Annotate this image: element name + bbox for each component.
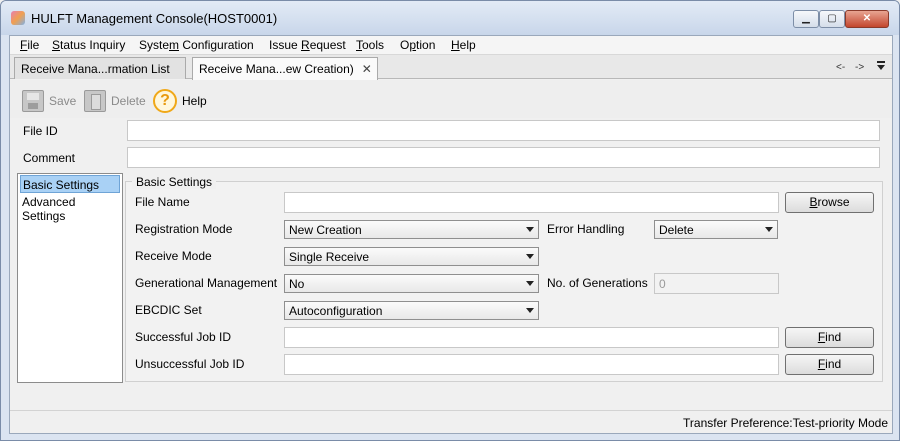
delete-label: Delete xyxy=(111,94,146,108)
help-button[interactable]: ? Help xyxy=(153,89,207,113)
ebcdic-set-select[interactable]: Autoconfiguration xyxy=(284,301,539,320)
chevron-down-icon xyxy=(526,227,534,232)
generational-management-select[interactable]: No xyxy=(284,274,539,293)
receive-mode-label: Receive Mode xyxy=(135,249,212,263)
unsuccessful-job-id-label: Unsuccessful Job ID xyxy=(135,357,245,371)
close-tab-icon[interactable]: ✕ xyxy=(362,62,372,76)
receive-mode-value: Single Receive xyxy=(289,250,370,264)
title-bar[interactable]: HULFT Management Console(HOST0001) ▁ ▢ ✕ xyxy=(1,1,899,35)
tab-receive-new-creation[interactable]: Receive Mana...ew Creation) ✕ xyxy=(192,57,378,80)
browse-button[interactable]: Browse xyxy=(785,192,874,213)
save-button[interactable]: Save xyxy=(22,89,76,113)
app-logo-icon xyxy=(11,11,25,25)
tab-bar: Receive Mana...rmation List Receive Mana… xyxy=(10,55,892,80)
tab-receive-information-list[interactable]: Receive Mana...rmation List xyxy=(14,57,186,79)
file-id-label: File ID xyxy=(23,124,58,138)
registration-mode-select[interactable]: New Creation xyxy=(284,220,539,239)
error-handling-value: Delete xyxy=(659,223,694,237)
receive-mode-select[interactable]: Single Receive xyxy=(284,247,539,266)
sidebar-item-basic-settings[interactable]: Basic Settings xyxy=(20,175,120,193)
generations-label: No. of Generations xyxy=(547,276,648,290)
close-window-button[interactable]: ✕ xyxy=(845,10,889,28)
minimize-button[interactable]: ▁ xyxy=(793,10,819,28)
menu-tools[interactable]: Tools xyxy=(356,38,384,52)
help-icon: ? xyxy=(153,89,177,113)
menu-help[interactable]: Help xyxy=(451,38,476,52)
chevron-down-icon xyxy=(526,281,534,286)
registration-mode-label: Registration Mode xyxy=(135,222,233,236)
menu-system-configuration[interactable]: System Configuration xyxy=(139,38,254,52)
menu-option[interactable]: Option xyxy=(400,38,435,52)
menu-issue-request[interactable]: Issue Request xyxy=(269,38,346,52)
find-unsuccessful-job-button[interactable]: Find xyxy=(785,354,874,375)
unsuccessful-job-id-input[interactable] xyxy=(284,354,779,375)
maximize-button[interactable]: ▢ xyxy=(819,10,845,28)
chevron-down-icon xyxy=(526,308,534,313)
tab-list-menu-icon[interactable] xyxy=(876,61,886,71)
tab-label: Receive Mana...ew Creation) xyxy=(199,62,354,76)
menu-status-inquiry[interactable]: Status Inquiry xyxy=(52,38,125,52)
chevron-down-icon xyxy=(526,254,534,259)
toolbar: Save Delete ? Help xyxy=(10,80,892,118)
tab-back-button[interactable]: <- xyxy=(836,62,845,73)
status-bar: Transfer Preference:Test-priority Mode xyxy=(10,410,892,433)
sidebar-item-advanced-settings[interactable]: Advanced Settings xyxy=(20,193,120,223)
file-name-input[interactable] xyxy=(284,192,779,213)
window-title: HULFT Management Console(HOST0001) xyxy=(31,11,278,26)
menu-file[interactable]: File xyxy=(20,38,39,52)
ebcdic-set-value: Autoconfiguration xyxy=(289,304,383,318)
error-handling-select[interactable]: Delete xyxy=(654,220,778,239)
client-area: File Status Inquiry System Configuration… xyxy=(9,35,893,434)
file-name-label: File Name xyxy=(135,195,190,209)
successful-job-id-input[interactable] xyxy=(284,327,779,348)
comment-label: Comment xyxy=(23,151,76,165)
registration-mode-value: New Creation xyxy=(289,223,362,237)
generational-management-label: Generational Management xyxy=(135,276,278,290)
settings-category-list: Basic Settings Advanced Settings xyxy=(17,173,123,383)
ebcdic-set-label: EBCDIC Set xyxy=(135,303,202,317)
tab-forward-button[interactable]: -> xyxy=(855,62,864,73)
comment-input[interactable] xyxy=(127,147,880,168)
successful-job-id-label: Successful Job ID xyxy=(135,330,232,344)
delete-icon xyxy=(84,90,106,112)
file-id-input[interactable] xyxy=(127,120,880,141)
save-icon xyxy=(22,90,44,112)
error-handling-label: Error Handling xyxy=(547,222,625,236)
delete-button[interactable]: Delete xyxy=(84,89,146,113)
app-window: HULFT Management Console(HOST0001) ▁ ▢ ✕… xyxy=(0,0,900,441)
chevron-down-icon xyxy=(765,227,773,232)
basic-settings-title: Basic Settings xyxy=(132,175,217,189)
transfer-preference-status: Transfer Preference:Test-priority Mode xyxy=(683,416,888,430)
tab-label: Receive Mana...rmation List xyxy=(21,62,170,76)
generational-management-value: No xyxy=(289,277,305,291)
generations-input[interactable] xyxy=(654,273,779,294)
menu-bar: File Status Inquiry System Configuration… xyxy=(10,36,892,55)
save-label: Save xyxy=(49,94,77,108)
help-label: Help xyxy=(182,94,207,108)
find-successful-job-button[interactable]: Find xyxy=(785,327,874,348)
